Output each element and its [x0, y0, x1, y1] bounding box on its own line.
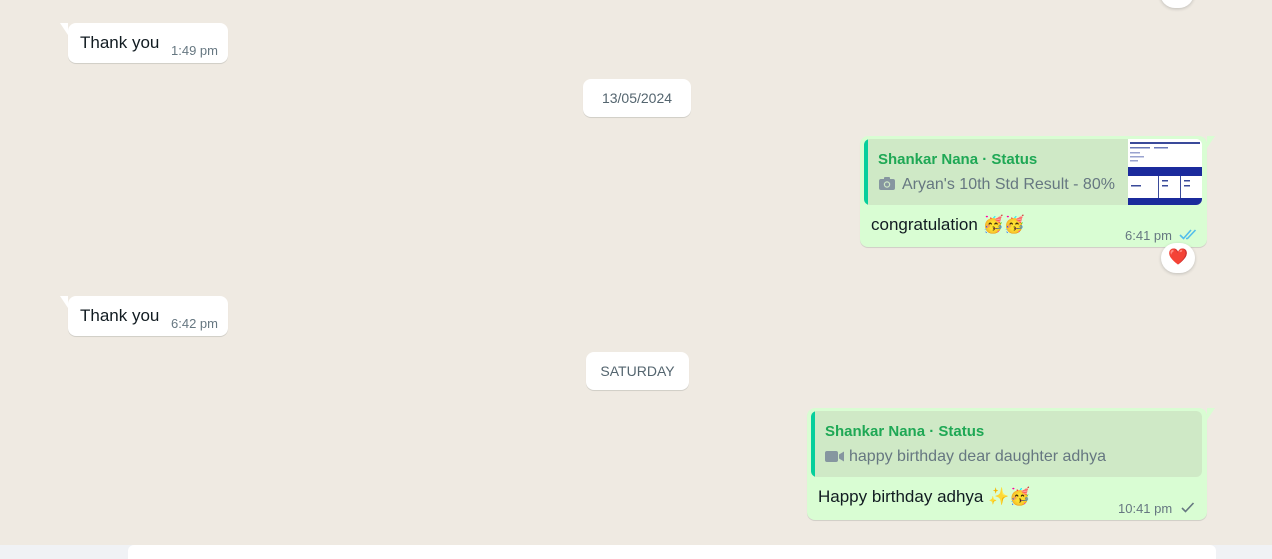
- camera-icon: [878, 176, 896, 196]
- single-check-sent-icon: [1181, 501, 1195, 519]
- quote-caption: Aryan's 10th Std Result - 80%: [902, 176, 1115, 193]
- message-input[interactable]: [128, 545, 1216, 559]
- status-reply-quote[interactable]: Shankar Nana · Status Aryan's 10th Std R…: [864, 139, 1202, 205]
- quote-author: Shankar Nana · Status: [878, 151, 1038, 168]
- status-reply-quote[interactable]: Shankar Nana · Status happy birthday dea…: [811, 411, 1202, 477]
- outgoing-message[interactable]: Shankar Nana · Status Aryan's 10th Std R…: [860, 136, 1215, 247]
- message-time: 1:49 pm: [171, 43, 218, 58]
- date-divider: SATURDAY: [586, 352, 689, 390]
- quote-author: Shankar Nana · Status: [825, 423, 985, 440]
- message-text: Thank you: [80, 306, 160, 325]
- outgoing-message[interactable]: Shankar Nana · Status happy birthday dea…: [807, 408, 1215, 520]
- compose-footer: [0, 545, 1272, 559]
- status-image-thumbnail: [1128, 139, 1202, 205]
- quote-caption: happy birthday dear daughter adhya: [849, 448, 1107, 465]
- reaction-partial[interactable]: [1160, 0, 1194, 8]
- reaction-heart[interactable]: ❤️: [1161, 243, 1195, 273]
- quote-accent-bar: [811, 411, 815, 477]
- message-time: 6:42 pm: [171, 316, 218, 331]
- date-divider: 13/05/2024: [583, 79, 691, 117]
- video-icon: [825, 450, 845, 468]
- incoming-message[interactable]: Thank you 1:49 pm: [60, 23, 228, 63]
- chat-area: Thank you 1:49 pm 13/05/2024 Shankar Nan…: [0, 0, 1272, 545]
- message-text: Thank you: [80, 33, 160, 52]
- quote-accent-bar: [864, 139, 868, 205]
- message-text: Happy birthday adhya ✨🥳: [818, 487, 1031, 506]
- incoming-message[interactable]: Thank you 6:42 pm: [60, 296, 228, 336]
- message-time: 10:41 pm: [1118, 501, 1173, 516]
- message-text: congratulation 🥳🥳: [871, 215, 1025, 234]
- message-time: 6:41 pm: [1125, 228, 1172, 243]
